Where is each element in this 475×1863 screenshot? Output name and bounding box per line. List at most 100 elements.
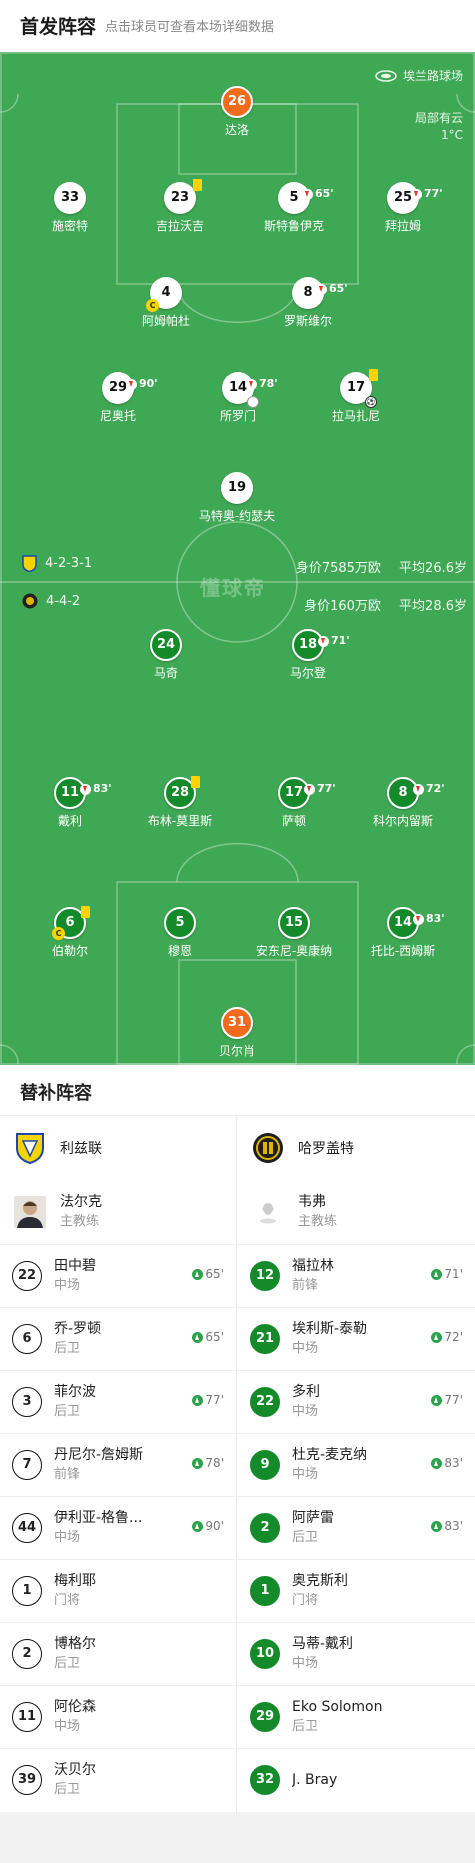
home-team-age: 平均26.6岁 [399,561,467,576]
away-player[interactable]: 8 72' 科尔内留斯 [348,777,458,829]
harrogate-badge-icon [253,1133,283,1163]
sub-out-indicator: 83' [413,905,445,933]
sub-player-row[interactable]: 7 丹尼尔-詹姆斯 前锋 78' [0,1433,236,1496]
coach-avatar-placeholder [252,1196,284,1228]
home-player[interactable]: 14 78' 所罗门 [183,372,293,424]
home-player[interactable]: 17 ⚽ 拉马扎尼 [301,369,411,424]
player-number: 1 [250,1576,280,1606]
player-name: 菲尔波 [54,1384,96,1400]
away-player[interactable]: 28 布林-莫里斯 [125,776,235,829]
sub-player-row[interactable]: 22 多利 中场 77' [238,1370,475,1433]
sub-out-icon [304,783,315,795]
sub-player-row[interactable]: 29 Eko Solomon 后卫 [238,1685,475,1748]
player-name: 博格尔 [54,1636,96,1652]
sub-player-row[interactable]: 44 伊利亚-格鲁... 中场 90' [0,1496,236,1559]
player-name: 奥克斯利 [292,1573,348,1589]
home-player[interactable]: 4C 阿姆帕杜 [111,277,221,329]
home-player[interactable]: 33 施密特 [15,182,125,234]
player-position: 中场 [54,1530,81,1545]
player-position: 中场 [54,1719,81,1734]
yellow-card-icon [193,179,202,191]
sub-player-row[interactable]: 11 阿伦森 中场 [0,1685,236,1748]
home-team-badge-icon [22,555,37,572]
away-player[interactable]: 18 71' 马尔登 [253,629,363,681]
player-number: 39 [12,1765,42,1795]
sub-player-row[interactable]: 39 沃贝尔 后卫 [0,1748,236,1811]
away-player[interactable]: 11 83' 戴利 [15,777,125,829]
sub-in-indicator: 90' [192,1519,224,1533]
player-name: 戴利 [57,814,82,828]
subs-title: 替补阵容 [20,1083,92,1104]
sub-player-row[interactable]: 6 乔-罗顿 后卫 65' [0,1307,236,1370]
home-player[interactable]: 5 65' 斯特鲁伊克 [239,182,349,234]
home-player[interactable]: 8 65' 罗斯维尔 [253,277,363,329]
sub-player-row[interactable]: 12 福拉林 前锋 71' [238,1244,475,1307]
player-name: 马蒂-戴利 [292,1636,354,1652]
weather-info: 局部有云 1°C [415,110,463,144]
player-name: 埃利斯-泰勒 [292,1321,368,1337]
home-player[interactable]: 25 77' 拜拉姆 [348,182,458,234]
sub-out-icon [413,913,424,925]
player-number: 5 65' [278,182,334,214]
away-player[interactable]: 14 83' 托比-西姆斯 [348,907,458,959]
player-name: 马奇 [153,666,178,680]
sub-in-indicator: 65' [192,1330,224,1344]
player-number: 15 [278,907,310,939]
sub-in-indicator: 83' [431,1456,463,1470]
player-number: 31 [221,1007,253,1039]
assist-icon [247,396,259,408]
stadium-info: 埃兰路球场 [375,67,463,84]
player-number: 24 [150,629,182,661]
home-coach-row[interactable]: 法尔克 主教练 [0,1180,236,1244]
sub-player-row[interactable]: 2 博格尔 后卫 [0,1622,236,1685]
away-player[interactable]: 17 77' 萨顿 [239,777,349,829]
home-player[interactable]: 26 达洛 [182,86,292,138]
player-number: 11 83' [54,777,112,809]
player-number: 1 [12,1576,42,1606]
sub-out-icon [411,188,422,200]
stadium-name: 埃兰路球场 [402,69,463,83]
stadium-icon [375,69,397,82]
coach-avatar [14,1196,46,1228]
sub-player-row[interactable]: 1 梅利耶 门将 [0,1559,236,1622]
player-number: 21 [250,1324,280,1354]
home-formation-text: 4-2-3-1 [45,556,93,571]
away-team-row[interactable]: 哈罗盖特 [238,1116,475,1180]
away-player[interactable]: 6C 伯勒尔 [15,906,125,959]
player-number: 6C [52,906,90,940]
player-name: 施密特 [51,219,88,233]
sub-out-icon [80,783,91,795]
sub-player-row[interactable]: 32 J. Bray [238,1748,475,1811]
player-number: 5 [164,907,196,939]
sub-player-row[interactable]: 2 阿萨雷 后卫 83' [238,1496,475,1559]
sub-player-row[interactable]: 1 奥克斯利 门将 [238,1559,475,1622]
away-team-stats: 身价160万欧 平均28.6岁 [290,595,467,614]
home-player[interactable]: 29 90' 尼奥托 [63,372,173,424]
player-name: 达洛 [224,123,249,137]
away-player[interactable]: 24 马奇 [111,629,221,681]
sub-in-indicator: 72' [431,1330,463,1344]
away-player[interactable]: 31 贝尔肖 [182,1007,292,1059]
sub-player-row[interactable]: 21 埃利斯-泰勒 中场 72' [238,1307,475,1370]
sub-player-row[interactable]: 9 杜克-麦克纳 中场 83' [238,1433,475,1496]
sub-in-icon [431,1394,443,1406]
home-player[interactable]: 19 马特奥-约瑟夫 [182,472,292,524]
home-player[interactable]: 23 吉拉沃吉 [125,179,235,234]
sub-in-icon [192,1331,204,1343]
sub-in-icon [192,1520,204,1532]
player-name: 沃贝尔 [54,1762,96,1778]
sub-player-row[interactable]: 22 田中碧 中场 65' [0,1244,236,1307]
home-team-row[interactable]: 利兹联 [0,1116,236,1180]
player-name: 拜拉姆 [384,219,421,233]
sub-out-icon [126,378,137,390]
player-name: 伊利亚-格鲁... [54,1510,143,1526]
sub-player-row[interactable]: 10 马蒂-戴利 中场 [238,1622,475,1685]
sub-out-icon [413,783,424,795]
pitch: 埃兰路球场 局部有云 1°C 懂球帝 4-2-3-1 身价7585万欧 平均26… [0,52,475,1065]
away-coach-row[interactable]: 韦弗 主教练 [238,1180,475,1244]
away-player[interactable]: 15 安东尼-奥康纳 [239,907,349,959]
away-player[interactable]: 5 穆恩 [125,907,235,959]
coach-name: 法尔克 [60,1194,102,1210]
player-name: 吉拉沃吉 [155,219,204,233]
sub-player-row[interactable]: 3 菲尔波 后卫 77' [0,1370,236,1433]
